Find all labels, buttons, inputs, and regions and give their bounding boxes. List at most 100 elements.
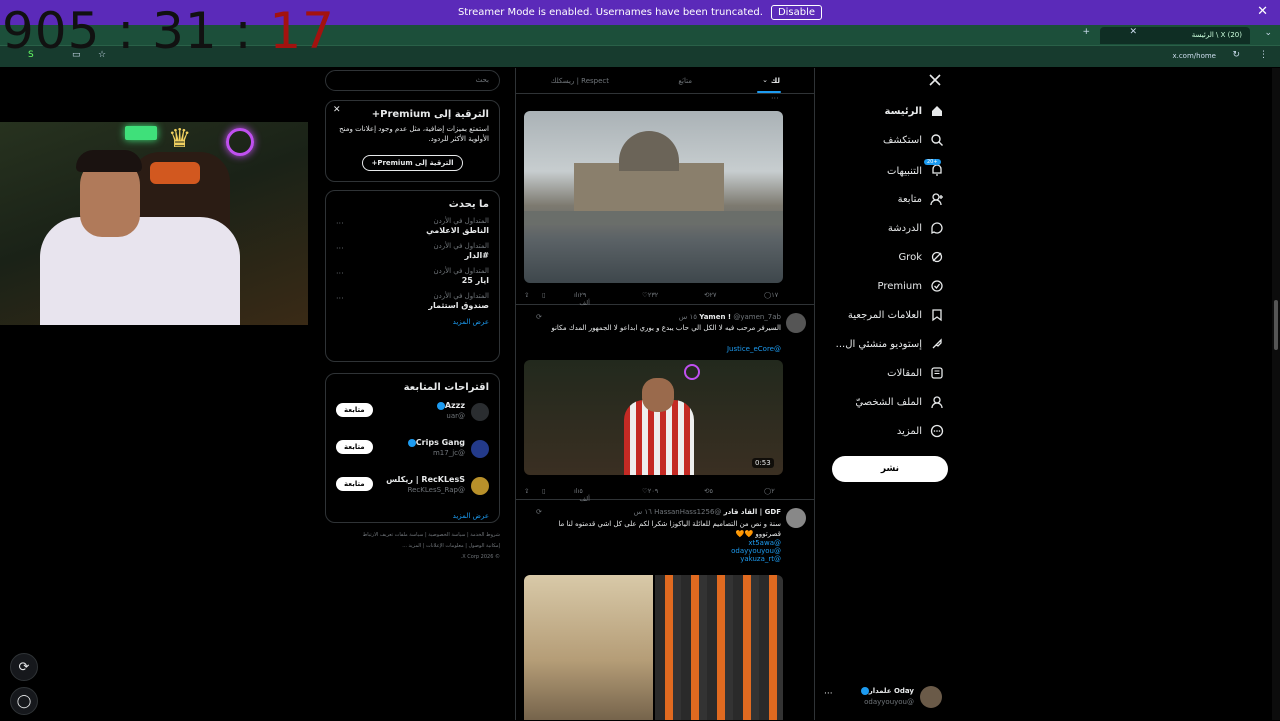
mention-link[interactable]: @odayyouyou xyxy=(731,547,781,555)
post-video[interactable]: 0:53 xyxy=(524,360,783,475)
author-handle[interactable]: @HassanHass1256 xyxy=(654,508,721,516)
verified-icon xyxy=(436,401,445,410)
footer-line[interactable]: شروط الخدمة | سياسة الخصوصية | سياسة ملف… xyxy=(325,530,500,541)
share-icon[interactable]: ⇪ xyxy=(524,487,529,495)
post-time[interactable]: ١٦ س xyxy=(634,508,652,516)
like-count[interactable]: ♡ ٢٠٩ xyxy=(642,487,658,495)
reply-count[interactable]: ◯ ٢ xyxy=(764,487,775,495)
trend-item[interactable]: ··· المتداول في الأردن #الدار xyxy=(336,242,489,260)
more-icon[interactable]: ··· xyxy=(336,269,344,278)
disable-button[interactable]: Disable xyxy=(770,5,823,20)
nav-item-follow[interactable]: متابعة xyxy=(898,192,944,206)
post-time[interactable]: ١٥ س xyxy=(679,313,697,321)
post-image[interactable] xyxy=(524,575,653,720)
bookmark-icon[interactable]: ▯ xyxy=(542,291,546,299)
close-icon[interactable]: ✕ xyxy=(1129,27,1137,37)
views-count[interactable]: ılı ٢٩ ألف xyxy=(574,291,590,307)
browser-tab[interactable]: الرئيسة \ X (20) xyxy=(1100,27,1250,44)
like-count[interactable]: ♡ ٢٣٢ xyxy=(642,291,658,299)
grok-icon[interactable]: ⟳ xyxy=(10,653,38,681)
mention-link[interactable]: @xt5awa xyxy=(731,539,781,547)
author-name[interactable]: Yamen ! xyxy=(699,313,731,321)
nav-item-explore[interactable]: استكشف xyxy=(883,133,944,147)
show-more-link[interactable]: عرض المزيد xyxy=(336,318,489,326)
chat-icon[interactable]: ◯ xyxy=(10,687,38,715)
x-logo-icon[interactable] xyxy=(928,73,942,87)
tab-respect[interactable]: ريسكلك | Respect xyxy=(551,77,609,85)
more-icon[interactable]: ··· xyxy=(771,94,779,103)
more-icon[interactable]: ··· xyxy=(336,219,344,228)
nav-item-bookmarks[interactable]: العلامات المرجعية xyxy=(848,308,944,322)
scrollbar-thumb[interactable] xyxy=(1274,300,1278,350)
post-image[interactable] xyxy=(524,111,783,283)
author-handle[interactable]: @yamen_7ab xyxy=(733,313,781,321)
post-image[interactable] xyxy=(654,575,783,720)
nav-item-creator-studio[interactable]: إستوديو منشئي ال... xyxy=(836,337,944,351)
post[interactable]: ··· ⇪ ▯ ılı ٢٩ ألف ♡ ٢٣٢ ⟲ ٢٧ ◯ ١٧ xyxy=(516,94,814,307)
search-input[interactable]: بحث xyxy=(325,70,500,91)
avatar[interactable] xyxy=(920,686,942,708)
post-button[interactable]: نشر xyxy=(832,456,948,482)
nav-item-premium[interactable]: Premium xyxy=(878,279,945,293)
profile-icon xyxy=(931,396,943,409)
suggested-user[interactable]: RecKLesS | ريكلس @RecKLesS_Rap متابعة xyxy=(336,471,489,504)
nav-item-profile[interactable]: الملف الشخصيّ xyxy=(855,395,944,409)
trend-item[interactable]: ··· المتداول في الأردن الناطق الاعلامي xyxy=(336,217,489,235)
grok-icon[interactable]: ⟳ xyxy=(536,313,542,321)
tab-for-you[interactable]: لك xyxy=(771,77,780,85)
nav-item-articles[interactable]: المقالات xyxy=(887,366,944,380)
trend-item[interactable]: ··· المتداول في الأردن صندوق استثمار xyxy=(336,292,489,310)
close-icon[interactable]: ✕ xyxy=(333,105,341,115)
account-switcher[interactable]: Oday علمدار @odayyouyou ··· xyxy=(820,683,950,711)
grok-icon[interactable]: ⟳ xyxy=(536,508,542,516)
nav-item-grok[interactable]: Grok xyxy=(898,250,944,264)
repost-count[interactable]: ⟲ ٢٧ xyxy=(704,291,716,299)
trend-topic: الناطق الاعلامي xyxy=(426,226,489,235)
follow-button[interactable]: متابعة xyxy=(336,440,373,454)
share-icon[interactable]: ⇪ xyxy=(524,291,529,299)
bookmark-icon[interactable]: ▯ xyxy=(542,487,546,495)
post-images[interactable] xyxy=(524,575,783,720)
chevron-down-icon[interactable]: ⌄ xyxy=(1264,28,1272,38)
tab-following[interactable]: متابَع xyxy=(678,77,692,85)
more-icon[interactable]: ··· xyxy=(336,244,344,253)
author-name[interactable]: GDF | القاد قادر xyxy=(724,508,781,516)
url-text[interactable]: x.com/home xyxy=(1172,52,1216,60)
follow-icon xyxy=(930,193,943,206)
mention-link[interactable]: @yakuza_rt xyxy=(731,555,781,563)
nav-item-more[interactable]: المزيد xyxy=(897,424,944,438)
follow-button[interactable]: متابعة xyxy=(336,403,373,417)
premium-button[interactable]: الترقية إلى Premium+ xyxy=(362,155,463,171)
post[interactable]: Yamen ! @yamen_7ab ١٥ س ⟳ السيرفر مرحب ف… xyxy=(516,305,814,503)
menu-icon[interactable]: ⋮ xyxy=(1259,50,1268,60)
trend-item[interactable]: ··· المتداول في الأردن ايار 25 xyxy=(336,267,489,285)
avatar[interactable] xyxy=(471,403,489,421)
refresh-icon[interactable]: ↻ xyxy=(1232,50,1240,60)
repost-count[interactable]: ⟲ ٥ xyxy=(704,487,713,495)
avatar[interactable] xyxy=(786,508,806,528)
scrollbar-track[interactable] xyxy=(1272,68,1280,720)
new-tab-icon[interactable]: + xyxy=(1082,27,1090,37)
reply-count[interactable]: ◯ ١٧ xyxy=(764,291,778,299)
more-icon[interactable]: ··· xyxy=(824,689,833,699)
avatar[interactable] xyxy=(471,440,489,458)
follow-button[interactable]: متابعة xyxy=(336,477,373,491)
more-icon[interactable]: ··· xyxy=(336,294,344,303)
close-icon[interactable]: ✕ xyxy=(1257,4,1268,19)
avatar[interactable] xyxy=(786,313,806,333)
views-count[interactable]: ılı ٥ ألف xyxy=(574,487,590,503)
neon-logo xyxy=(684,364,700,380)
user-name: Azzz xyxy=(444,401,465,410)
mention-link[interactable]: @Justice_eCore xyxy=(727,345,781,353)
nav-item-chat[interactable]: الدردشة xyxy=(888,221,944,235)
footer-line[interactable]: إمكانية الوصول | معلومات الإعلانات | الم… xyxy=(325,541,500,552)
nav-item-home[interactable]: الرئيسة xyxy=(885,104,944,118)
nav-item-notifications[interactable]: +20 التنبيهات xyxy=(887,159,944,180)
suggested-user[interactable]: Crips Gang @m17_jc متابعة xyxy=(336,434,489,467)
post[interactable]: GDF | القاد قادر @HassanHass1256 ١٦ س ⟳ … xyxy=(516,500,814,720)
show-more-link[interactable]: عرض المزيد xyxy=(336,512,489,520)
trend-context: المتداول في الأردن xyxy=(433,242,489,250)
chevron-down-icon[interactable]: ⌄ xyxy=(762,76,768,84)
avatar[interactable] xyxy=(471,477,489,495)
suggested-user[interactable]: Azzz @uar متابعة xyxy=(336,397,489,430)
